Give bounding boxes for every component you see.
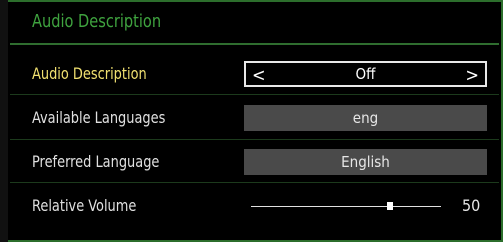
chevron-right-icon[interactable]: > <box>465 65 479 86</box>
row-label: Audio Description <box>32 64 147 83</box>
row-audio-description[interactable]: Audio Description < Off > <box>10 55 499 93</box>
row-divider <box>10 182 499 183</box>
preferred-language-value[interactable]: English <box>244 149 487 175</box>
left-edge-stripe <box>0 0 8 242</box>
chevron-left-icon[interactable]: < <box>252 65 266 86</box>
audio-description-selector[interactable]: < Off > <box>244 61 487 87</box>
volume-value: 50 <box>462 196 481 215</box>
row-label: Relative Volume <box>32 196 137 215</box>
volume-slider-track[interactable] <box>251 206 441 207</box>
row-relative-volume[interactable]: Relative Volume 50 <box>10 187 499 225</box>
row-divider <box>10 94 499 95</box>
selector-value: Off <box>355 65 376 83</box>
row-available-languages[interactable]: Available Languages eng <box>10 99 499 137</box>
menu-title: Audio Description <box>32 11 162 32</box>
row-label: Available Languages <box>32 108 166 127</box>
row-divider <box>10 139 499 140</box>
volume-slider-knob[interactable] <box>386 202 393 210</box>
title-divider <box>10 43 499 45</box>
available-languages-value[interactable]: eng <box>244 105 487 131</box>
row-preferred-language[interactable]: Preferred Language English <box>10 143 499 181</box>
row-label: Preferred Language <box>32 152 160 171</box>
